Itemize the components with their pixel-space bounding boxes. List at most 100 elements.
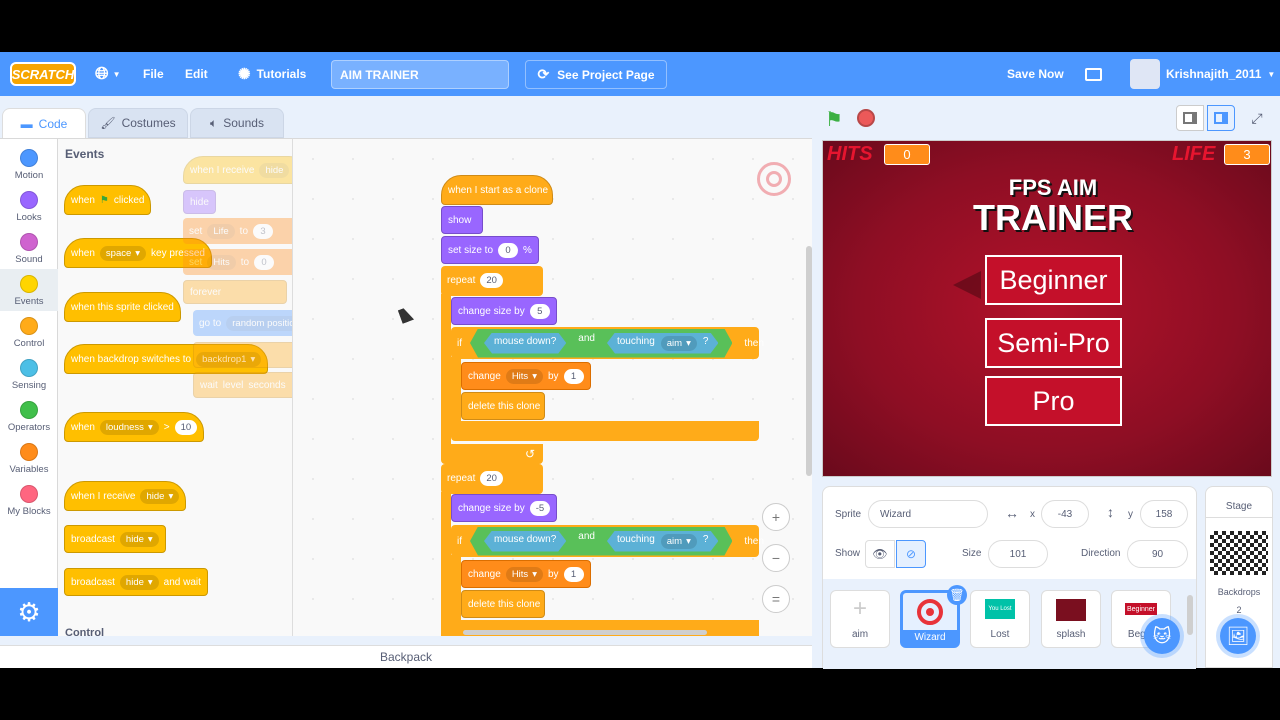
- category-control[interactable]: Control: [0, 311, 58, 353]
- size-input[interactable]: 101: [988, 540, 1048, 568]
- loudness-dropdown[interactable]: loudness ▾: [99, 419, 159, 435]
- block-change-size[interactable]: change size by -5: [451, 494, 558, 522]
- sprite-list-scrollbar[interactable]: [1187, 595, 1193, 635]
- change-size-input[interactable]: 5: [529, 303, 550, 319]
- mouse-down-condition[interactable]: mouse down?: [484, 333, 566, 354]
- message-dropdown[interactable]: hide ▾: [119, 574, 159, 590]
- repeat-count-input[interactable]: 20: [480, 272, 503, 288]
- and-operator[interactable]: mouse down? and touching aim ▾?: [470, 329, 732, 358]
- category-looks[interactable]: Looks: [0, 185, 58, 227]
- choose-sprite-button[interactable]: 🐱︎: [1144, 618, 1180, 654]
- block-when-sprite-clicked[interactable]: when this sprite clicked: [64, 292, 181, 322]
- block-broadcast-and-wait[interactable]: broadcast hide ▾ and wait: [64, 568, 208, 596]
- category-events[interactable]: Events: [0, 269, 58, 311]
- loudness-value-input[interactable]: 10: [174, 419, 198, 435]
- block-when-flag-clicked[interactable]: when ⚑ clicked: [64, 185, 152, 215]
- variable-dropdown[interactable]: Hits ▾: [505, 368, 543, 384]
- normal-stage-button[interactable]: [1207, 105, 1235, 131]
- zoom-in-button[interactable]: +: [762, 503, 790, 531]
- block-broadcast[interactable]: broadcast hide ▾: [64, 525, 166, 553]
- green-flag-button[interactable]: ⚑: [825, 107, 843, 132]
- block-change-hits[interactable]: change Hits ▾ by 1: [461, 560, 591, 588]
- touching-condition[interactable]: touching aim ▾?: [607, 333, 718, 354]
- choose-backdrop-button[interactable]: 🖼︎: [1220, 618, 1256, 654]
- add-extension-button[interactable]: ⚙: [0, 588, 58, 636]
- x-input[interactable]: -43: [1041, 500, 1089, 528]
- small-stage-button[interactable]: [1176, 105, 1204, 131]
- variable-dropdown[interactable]: Hits ▾: [505, 566, 543, 582]
- touching-condition[interactable]: touching aim ▾?: [607, 531, 718, 552]
- see-project-page-button[interactable]: ⟳ See Project Page: [525, 60, 667, 89]
- message-dropdown[interactable]: hide ▾: [119, 531, 159, 547]
- beginner-button[interactable]: Beginner: [985, 255, 1122, 305]
- category-label: Events: [14, 296, 44, 307]
- file-menu[interactable]: File: [143, 52, 164, 96]
- account-menu[interactable]: Krishnajith_2011 ▼: [1130, 52, 1275, 96]
- fullscreen-button[interactable]: ⤢: [1243, 105, 1271, 131]
- change-value-input[interactable]: 1: [563, 566, 584, 582]
- block-show[interactable]: show: [441, 206, 483, 234]
- block-change-hits[interactable]: change Hits ▾ by 1: [461, 362, 591, 390]
- category-operators[interactable]: Operators: [0, 395, 58, 437]
- globe-icon: 🌐︎: [95, 64, 109, 83]
- block-when-i-start-as-clone[interactable]: when I start as a clone: [441, 175, 553, 205]
- hide-sprite-button[interactable]: ⊘: [896, 540, 926, 568]
- direction-input[interactable]: 90: [1127, 540, 1188, 568]
- show-sprite-button[interactable]: 👁︎: [865, 540, 895, 568]
- category-my-blocks[interactable]: My Blocks: [0, 479, 58, 521]
- delete-sprite-button[interactable]: 🗑︎: [947, 585, 967, 605]
- block-change-size[interactable]: change size by 5: [451, 297, 557, 325]
- chevron-down-icon: ▼: [112, 69, 121, 79]
- size-value-input[interactable]: 0: [498, 242, 519, 258]
- sound-dot-icon: [20, 233, 38, 251]
- edit-menu[interactable]: Edit: [185, 52, 208, 96]
- category-variables[interactable]: Variables: [0, 437, 58, 479]
- save-now-button[interactable]: Save Now: [1007, 52, 1064, 96]
- tab-costumes[interactable]: 🖌︎ Costumes: [88, 108, 188, 138]
- sprite-name-input[interactable]: Wizard: [868, 500, 988, 528]
- sprite-thumb-splash[interactable]: splash: [1041, 590, 1101, 648]
- sprite-thumb-lost[interactable]: You Lost Lost: [970, 590, 1030, 648]
- category-sensing[interactable]: Sensing: [0, 353, 58, 395]
- speaker-icon: 🔈︎: [210, 115, 218, 130]
- block-delete-clone[interactable]: delete this clone: [461, 392, 545, 420]
- dropdown-value: Hits: [207, 254, 236, 270]
- change-size-input[interactable]: -5: [529, 500, 551, 516]
- sprite-thumb-aim[interactable]: + aim: [830, 590, 890, 648]
- tutorials-button[interactable]: ✺ Tutorials: [238, 52, 306, 96]
- backpack-bar[interactable]: Backpack: [0, 645, 812, 668]
- zoom-in-icon: +: [771, 509, 781, 525]
- zoom-out-button[interactable]: −: [762, 544, 790, 572]
- category-motion[interactable]: Motion: [0, 143, 58, 185]
- tab-code[interactable]: ▬ Code: [2, 108, 86, 138]
- repeat-count-input[interactable]: 20: [480, 470, 503, 486]
- tab-sounds[interactable]: 🔈︎ Sounds: [190, 108, 284, 138]
- stage-canvas[interactable]: HITS 0 LIFE 3 FPS AIM TRAINER Beginner S…: [822, 140, 1272, 477]
- if-arm: [451, 555, 461, 621]
- project-title-input[interactable]: AIM TRAINER: [331, 60, 509, 89]
- zoom-reset-button[interactable]: =: [762, 585, 790, 613]
- block-text: ?: [702, 533, 709, 545]
- pro-button[interactable]: Pro: [985, 376, 1122, 426]
- touching-dropdown[interactable]: aim ▾: [661, 336, 697, 351]
- mouse-down-condition[interactable]: mouse down?: [484, 531, 566, 552]
- touching-dropdown[interactable]: aim ▾: [661, 534, 697, 549]
- semi-pro-button[interactable]: Semi-Pro: [985, 318, 1122, 368]
- change-value-input[interactable]: 1: [563, 368, 584, 384]
- workspace-vertical-scrollbar[interactable]: [806, 246, 812, 476]
- my-stuff-button[interactable]: [1085, 52, 1102, 96]
- y-label: y: [1128, 509, 1133, 520]
- scratch-logo[interactable]: SCRATCH: [10, 62, 76, 86]
- arrow-decoration: [953, 271, 981, 299]
- message-dropdown[interactable]: hide ▾: [140, 488, 180, 504]
- block-when-i-receive[interactable]: when I receive hide ▾: [64, 481, 187, 511]
- stop-button[interactable]: [857, 109, 875, 127]
- block-delete-clone[interactable]: delete this clone: [461, 590, 545, 618]
- workspace-horizontal-scrollbar[interactable]: [463, 630, 707, 635]
- and-operator[interactable]: mouse down? and touching aim ▾?: [470, 527, 732, 556]
- block-set-size[interactable]: set size to 0%: [441, 236, 539, 264]
- y-input[interactable]: 158: [1140, 500, 1188, 528]
- key-dropdown[interactable]: space ▾: [99, 245, 147, 261]
- language-menu[interactable]: 🌐︎ ▼: [95, 52, 121, 96]
- category-sound[interactable]: Sound: [0, 227, 58, 269]
